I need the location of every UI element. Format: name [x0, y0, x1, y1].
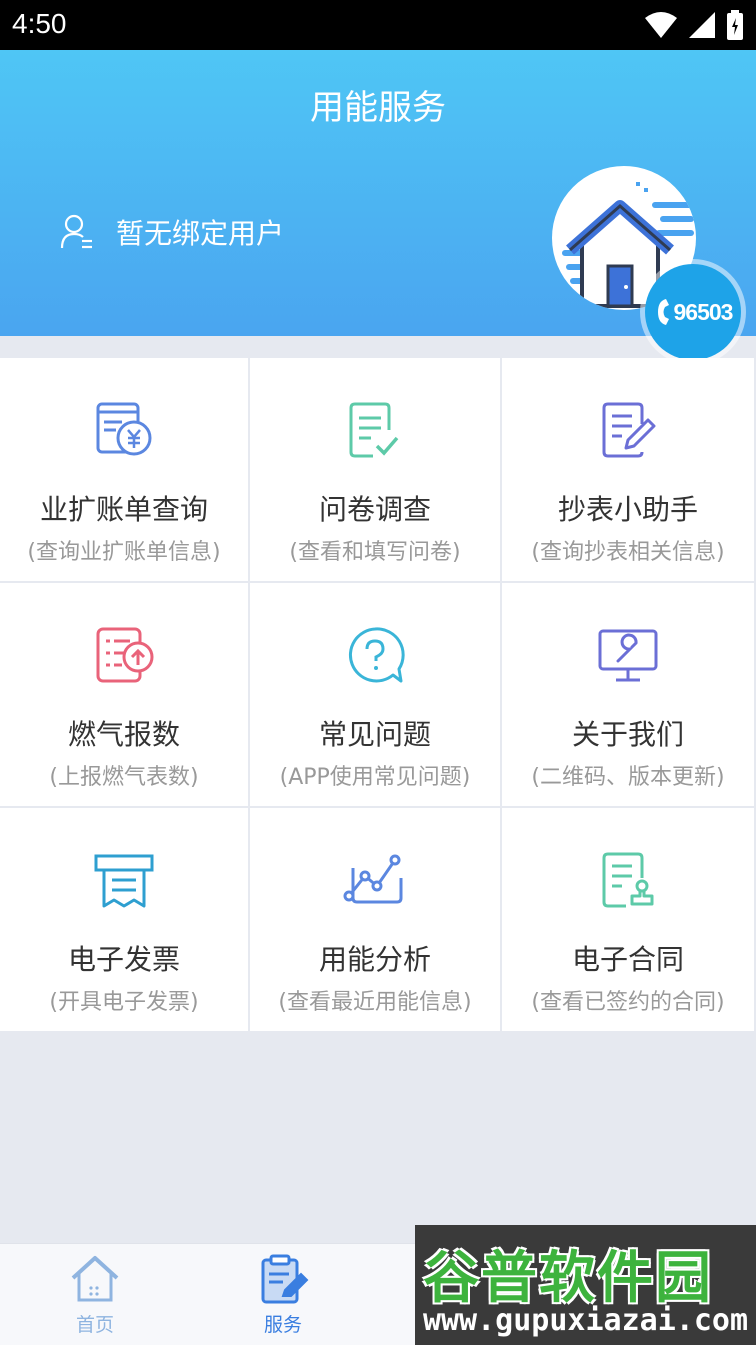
receipt-icon: [94, 854, 154, 908]
hotline-button[interactable]: 96503: [645, 264, 741, 360]
service-grid: 业扩账单查询 (查询业扩账单信息) 问卷调查 (查看和填写问卷) 抄表小助手 (…: [0, 358, 756, 1033]
service-e-invoice[interactable]: 电子发票 (开具电子发票): [0, 808, 250, 1033]
cell-subtitle: (查询抄表相关信息): [531, 540, 725, 565]
page-title: 用能服务: [310, 88, 446, 128]
tab-home[interactable]: 首页: [45, 1254, 145, 1337]
service-doc-icon: [261, 1254, 309, 1304]
question-bubble-icon: [348, 627, 405, 683]
status-time: 4:50: [12, 8, 67, 39]
cell-subtitle: (上报燃气表数): [49, 765, 199, 790]
status-icons: [644, 10, 744, 40]
home-icon: [71, 1256, 119, 1302]
contract-stamp-icon: [602, 852, 654, 908]
service-questionnaire[interactable]: 问卷调查 (查看和填写问卷): [250, 358, 502, 583]
watermark-url: www.gupuxiazai.com: [422, 1303, 749, 1338]
cell-subtitle: (查看和填写问卷): [289, 540, 461, 565]
battery-icon: [727, 10, 743, 40]
user-status-text: 暂无绑定用户: [116, 217, 285, 250]
tab-service-label: 服务: [263, 1314, 302, 1336]
cell-title: 常见问题: [318, 718, 431, 751]
cell-title: 抄表小助手: [557, 493, 698, 526]
cell-title: 电子合同: [571, 943, 684, 976]
cell-subtitle: (APP使用常见问题): [279, 765, 471, 790]
bind-user-row[interactable]: 暂无绑定用户: [60, 212, 284, 252]
cell-title: 问卷调查: [318, 493, 431, 526]
tab-home-label: 首页: [75, 1314, 114, 1336]
watermark-title: 谷普软件园: [423, 1246, 713, 1311]
cell-subtitle: (二维码、版本更新): [531, 765, 725, 790]
cell-title: 业扩账单查询: [39, 493, 208, 526]
header-banner: 用能服务 暂无绑定用户 96503: [0, 50, 756, 360]
cell-title: 关于我们: [571, 718, 684, 751]
cell-title: 用能分析: [318, 943, 431, 976]
monitor-wrench-icon: [598, 629, 658, 682]
tab-service[interactable]: 服务: [233, 1254, 333, 1337]
phone-icon: [657, 299, 669, 325]
upload-list-icon: [96, 627, 154, 683]
hotline-number: 96503: [673, 298, 734, 325]
wifi-icon: [645, 12, 677, 38]
service-e-contract[interactable]: 电子合同 (查看已签约的合同): [502, 808, 756, 1033]
cell-subtitle: (查看已签约的合同): [531, 990, 725, 1015]
status-bar: 4:50: [0, 0, 756, 50]
service-meter-helper[interactable]: 抄表小助手 (查询抄表相关信息): [502, 358, 756, 583]
cell-title: 燃气报数: [67, 718, 180, 751]
checklist-icon: [349, 402, 399, 458]
cell-subtitle: (开具电子发票): [49, 990, 199, 1015]
edit-doc-icon: [602, 402, 656, 458]
signal-icon: [689, 12, 715, 38]
bill-yuan-icon: [96, 402, 152, 456]
cell-title: 电子发票: [67, 943, 180, 976]
chart-line-icon: [343, 854, 403, 904]
service-bill-query[interactable]: 业扩账单查询 (查询业扩账单信息): [0, 358, 250, 583]
service-about-us[interactable]: 关于我们 (二维码、版本更新): [502, 583, 756, 808]
watermark-logo: 谷普软件园 www.gupuxiazai.com: [415, 1225, 756, 1345]
cell-subtitle: (查询业扩账单信息): [27, 540, 221, 565]
cell-subtitle: (查看最近用能信息): [278, 990, 472, 1015]
service-energy-analysis[interactable]: 用能分析 (查看最近用能信息): [250, 808, 502, 1033]
service-gas-report[interactable]: 燃气报数 (上报燃气表数): [0, 583, 250, 808]
service-faq[interactable]: 常见问题 (APP使用常见问题): [250, 583, 502, 808]
user-icon: [60, 214, 92, 249]
